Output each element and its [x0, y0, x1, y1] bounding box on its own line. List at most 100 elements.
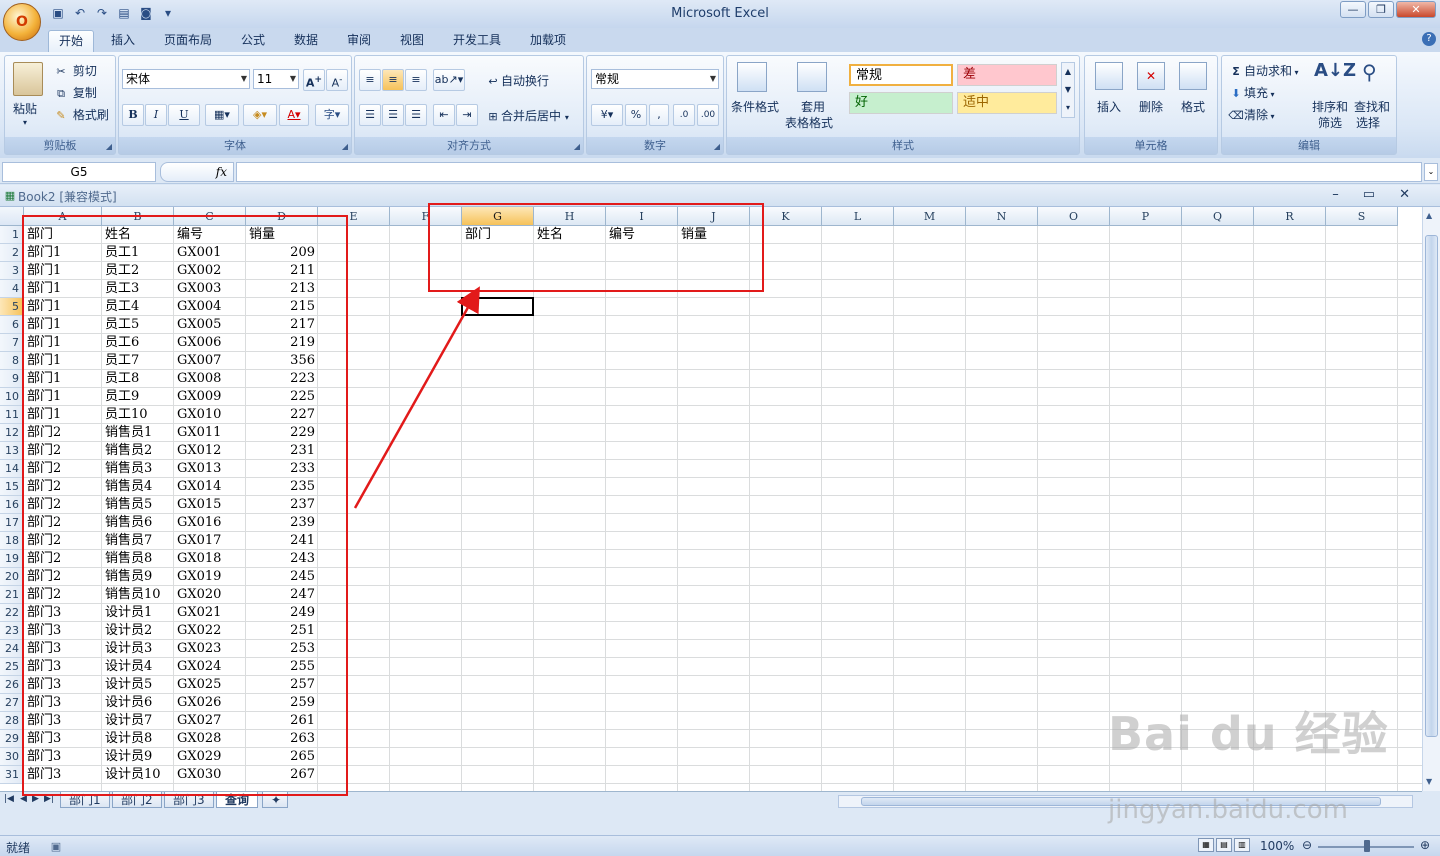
align-top-button[interactable]: ≡ [359, 69, 381, 91]
cell-a19[interactable]: 部门2 [24, 550, 102, 568]
column-header-a[interactable]: A [24, 207, 102, 226]
column-header-p[interactable]: P [1110, 207, 1182, 226]
cell-d26[interactable]: 257 [246, 676, 318, 694]
cell-d3[interactable]: 211 [246, 262, 318, 280]
find-select-button-line2[interactable]: 选择 [1356, 114, 1380, 131]
cell-a18[interactable]: 部门2 [24, 532, 102, 550]
office-button[interactable]: O [3, 3, 41, 41]
cell-a11[interactable]: 部门1 [24, 406, 102, 424]
decrease-indent-button[interactable]: ⇤ [433, 104, 455, 126]
cell-a23[interactable]: 部门3 [24, 622, 102, 640]
column-header-o[interactable]: O [1038, 207, 1110, 226]
cell-c27[interactable]: GX026 [174, 694, 246, 712]
row-header[interactable]: 8 [0, 352, 24, 370]
column-header-e[interactable]: E [318, 207, 390, 226]
cell-c16[interactable]: GX015 [174, 496, 246, 514]
font-launcher-icon[interactable]: ◢ [342, 142, 348, 151]
column-header-f[interactable]: F [390, 207, 462, 226]
cell-d17[interactable]: 239 [246, 514, 318, 532]
column-header-i[interactable]: I [606, 207, 678, 226]
cell-b5[interactable]: 员工4 [102, 298, 174, 316]
row-header[interactable]: 18 [0, 532, 24, 550]
cell-d14[interactable]: 233 [246, 460, 318, 478]
cell-c1[interactable]: 编号 [174, 226, 246, 244]
paste-dropdown-icon[interactable]: ▾ [23, 118, 27, 127]
cell-a9[interactable]: 部门1 [24, 370, 102, 388]
cell-c26[interactable]: GX025 [174, 676, 246, 694]
cell-d16[interactable]: 237 [246, 496, 318, 514]
cell-d29[interactable]: 263 [246, 730, 318, 748]
italic-button[interactable]: I [145, 104, 167, 126]
cell-b26[interactable]: 设计员5 [102, 676, 174, 694]
zoom-level[interactable]: 100% [1260, 839, 1294, 853]
insert-sheet-icon[interactable]: ✦ [262, 792, 288, 808]
cell-d19[interactable]: 243 [246, 550, 318, 568]
cell-d22[interactable]: 249 [246, 604, 318, 622]
cell-d21[interactable]: 247 [246, 586, 318, 604]
cell-a28[interactable]: 部门3 [24, 712, 102, 730]
cell-a21[interactable]: 部门2 [24, 586, 102, 604]
chevron-down-icon[interactable]: ▾ [1268, 90, 1275, 99]
orientation-button[interactable]: ab↗▾ [433, 69, 465, 91]
close-button[interactable]: ✕ [1396, 1, 1436, 18]
cell-j1[interactable]: 销量 [678, 226, 750, 244]
row-header[interactable]: 7 [0, 334, 24, 352]
shrink-font-button[interactable]: A- [326, 69, 348, 91]
cell-b6[interactable]: 员工5 [102, 316, 174, 334]
cell-a15[interactable]: 部门2 [24, 478, 102, 496]
cell-a26[interactable]: 部门3 [24, 676, 102, 694]
tab-page-layout[interactable]: 页面布局 [154, 30, 222, 52]
insert-function-button[interactable]: fx [160, 162, 234, 182]
cell-g1[interactable]: 部门 [462, 226, 534, 244]
table-format-button-line2[interactable]: 表格格式 [785, 114, 833, 131]
cell-b23[interactable]: 设计员2 [102, 622, 174, 640]
cell-c17[interactable]: GX016 [174, 514, 246, 532]
paste-button[interactable]: 粘贴 [13, 100, 37, 117]
sheet-tab-query[interactable]: 查询 [216, 792, 259, 808]
zoom-slider-knob[interactable] [1364, 840, 1370, 852]
cell-b2[interactable]: 员工1 [102, 244, 174, 262]
cell-c4[interactable]: GX003 [174, 280, 246, 298]
row-header[interactable]: 21 [0, 586, 24, 604]
tab-insert[interactable]: 插入 [101, 30, 145, 52]
row-header[interactable]: 9 [0, 370, 24, 388]
cell-a30[interactable]: 部门3 [24, 748, 102, 766]
cell-b31[interactable]: 设计员10 [102, 766, 174, 784]
cell-b19[interactable]: 销售员8 [102, 550, 174, 568]
cell-d4[interactable]: 213 [246, 280, 318, 298]
row-header[interactable]: 24 [0, 640, 24, 658]
cell-b10[interactable]: 员工9 [102, 388, 174, 406]
cell-a16[interactable]: 部门2 [24, 496, 102, 514]
column-header-j[interactable]: J [678, 207, 750, 226]
alignment-launcher-icon[interactable]: ◢ [574, 142, 580, 151]
increase-decimal-button[interactable]: .0 [673, 104, 695, 126]
column-header-n[interactable]: N [966, 207, 1038, 226]
tab-home[interactable]: 开始 [48, 30, 95, 52]
cell-a24[interactable]: 部门3 [24, 640, 102, 658]
vertical-scrollbar[interactable]: ▲ ▼ [1422, 207, 1440, 791]
cell-c9[interactable]: GX008 [174, 370, 246, 388]
number-launcher-icon[interactable]: ◢ [714, 142, 720, 151]
active-cell-g5[interactable] [461, 297, 534, 316]
row-header[interactable]: 5 [0, 298, 24, 316]
cell-c8[interactable]: GX007 [174, 352, 246, 370]
cell-a6[interactable]: 部门1 [24, 316, 102, 334]
minimize-button[interactable]: — [1340, 1, 1366, 18]
cell-b11[interactable]: 员工10 [102, 406, 174, 424]
cell-d10[interactable]: 225 [246, 388, 318, 406]
column-header-s[interactable]: S [1326, 207, 1398, 226]
cell-d25[interactable]: 255 [246, 658, 318, 676]
row-header[interactable]: 1 [0, 226, 24, 244]
column-header-g[interactable]: G [462, 207, 534, 226]
cell-d13[interactable]: 231 [246, 442, 318, 460]
grow-font-button[interactable]: A+ [303, 69, 325, 91]
cell-d30[interactable]: 265 [246, 748, 318, 766]
cell-b24[interactable]: 设计员3 [102, 640, 174, 658]
cell-a20[interactable]: 部门2 [24, 568, 102, 586]
cell-c30[interactable]: GX029 [174, 748, 246, 766]
merge-center-button[interactable]: 合并后居中 [501, 109, 561, 123]
cell-c24[interactable]: GX023 [174, 640, 246, 658]
clear-button[interactable]: 清除 [1244, 108, 1268, 122]
row-header[interactable]: 19 [0, 550, 24, 568]
row-header[interactable]: 15 [0, 478, 24, 496]
